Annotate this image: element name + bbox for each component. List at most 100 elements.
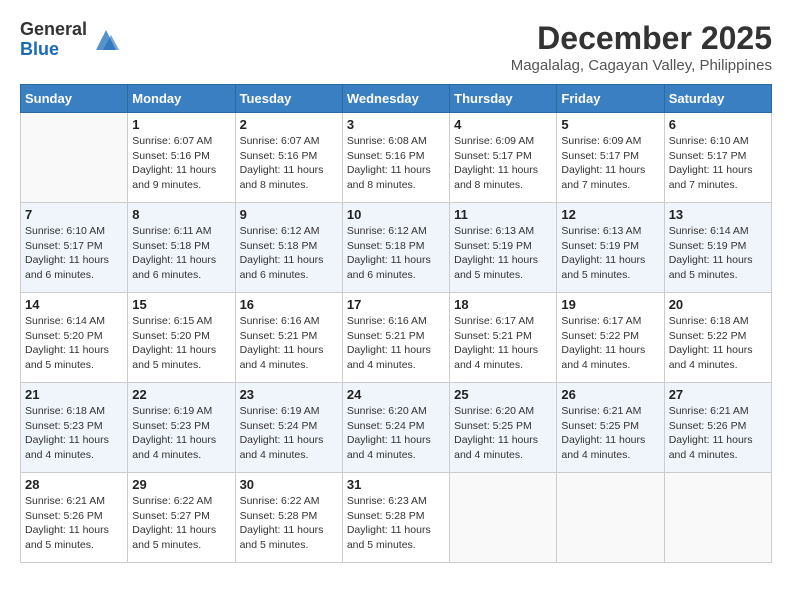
day-info: Sunrise: 6:11 AMSunset: 5:18 PMDaylight:… [132,224,230,283]
day-number: 20 [669,297,767,312]
day-info: Sunrise: 6:14 AMSunset: 5:20 PMDaylight:… [25,314,123,373]
logo: General Blue [20,20,121,60]
logo-general-text: General [20,20,87,40]
day-info: Sunrise: 6:19 AMSunset: 5:23 PMDaylight:… [132,404,230,463]
day-number: 28 [25,477,123,492]
calendar-week-row: 21 Sunrise: 6:18 AMSunset: 5:23 PMDayligh… [21,383,772,473]
calendar-cell: 17 Sunrise: 6:16 AMSunset: 5:21 PMDayligh… [342,293,449,383]
calendar-cell: 5Sunrise: 6:09 AMSunset: 5:17 PMDaylight… [557,113,664,203]
calendar-cell [450,473,557,563]
calendar-cell: 11 Sunrise: 6:13 AMSunset: 5:19 PMDayligh… [450,203,557,293]
day-info: Sunrise: 6:22 AMSunset: 5:27 PMDaylight:… [132,494,230,553]
calendar-cell: 8 Sunrise: 6:11 AMSunset: 5:18 PMDaylight… [128,203,235,293]
day-number: 31 [347,477,445,492]
day-info: Sunrise: 6:19 AMSunset: 5:24 PMDaylight:… [240,404,338,463]
day-number: 2 [240,117,338,132]
logo-blue-text: Blue [20,40,87,60]
day-number: 16 [240,297,338,312]
day-info: Sunrise: 6:14 AMSunset: 5:19 PMDaylight:… [669,224,767,283]
calendar-cell: 30Sunrise: 6:22 AMSunset: 5:28 PMDayligh… [235,473,342,563]
day-info: Sunrise: 6:18 AMSunset: 5:23 PMDaylight:… [25,404,123,463]
calendar-cell: 16 Sunrise: 6:16 AMSunset: 5:21 PMDayligh… [235,293,342,383]
day-info: Sunrise: 6:13 AMSunset: 5:19 PMDaylight:… [454,224,552,283]
calendar-cell: 24Sunrise: 6:20 AMSunset: 5:24 PMDayligh… [342,383,449,473]
calendar-cell: 15Sunrise: 6:15 AMSunset: 5:20 PMDayligh… [128,293,235,383]
day-number: 17 [347,297,445,312]
day-info: Sunrise: 6:17 AMSunset: 5:21 PMDaylight:… [454,314,552,373]
month-title: December 2025 [511,20,772,57]
page-header: General Blue December 2025 Magalalag, Ca… [20,20,772,74]
day-number: 15 [132,297,230,312]
location: Magalalag, Cagayan Valley, Philippines [511,57,772,74]
day-info: Sunrise: 6:12 AMSunset: 5:18 PMDaylight:… [240,224,338,283]
day-number: 30 [240,477,338,492]
day-number: 14 [25,297,123,312]
weekday-header-saturday: Saturday [664,85,771,113]
day-number: 4 [454,117,552,132]
calendar-cell: 20 Sunrise: 6:18 AMSunset: 5:22 PMDayligh… [664,293,771,383]
day-number: 9 [240,207,338,222]
day-number: 6 [669,117,767,132]
day-number: 7 [25,207,123,222]
day-info: Sunrise: 6:16 AMSunset: 5:21 PMDaylight:… [347,314,445,373]
calendar-cell: 13 Sunrise: 6:14 AMSunset: 5:19 PMDayligh… [664,203,771,293]
day-info: Sunrise: 6:09 AMSunset: 5:17 PMDaylight:… [454,134,552,193]
weekday-header-wednesday: Wednesday [342,85,449,113]
day-info: Sunrise: 6:21 AMSunset: 5:25 PMDaylight:… [561,404,659,463]
day-number: 26 [561,387,659,402]
day-info: Sunrise: 6:17 AMSunset: 5:22 PMDaylight:… [561,314,659,373]
day-info: Sunrise: 6:21 AMSunset: 5:26 PMDaylight:… [25,494,123,553]
day-info: Sunrise: 6:10 AMSunset: 5:17 PMDaylight:… [669,134,767,193]
day-number: 29 [132,477,230,492]
calendar-cell: 7 Sunrise: 6:10 AMSunset: 5:17 PMDaylight… [21,203,128,293]
day-info: Sunrise: 6:07 AMSunset: 5:16 PMDaylight:… [240,134,338,193]
calendar-week-row: 7 Sunrise: 6:10 AMSunset: 5:17 PMDaylight… [21,203,772,293]
calendar-cell: 3Sunrise: 6:08 AMSunset: 5:16 PMDaylight… [342,113,449,203]
day-number: 25 [454,387,552,402]
day-info: Sunrise: 6:13 AMSunset: 5:19 PMDaylight:… [561,224,659,283]
calendar-cell: 18 Sunrise: 6:17 AMSunset: 5:21 PMDayligh… [450,293,557,383]
day-number: 13 [669,207,767,222]
calendar-cell: 14 Sunrise: 6:14 AMSunset: 5:20 PMDayligh… [21,293,128,383]
calendar-cell: 27 Sunrise: 6:21 AMSunset: 5:26 PMDayligh… [664,383,771,473]
day-info: Sunrise: 6:20 AMSunset: 5:25 PMDaylight:… [454,404,552,463]
weekday-header-row: SundayMondayTuesdayWednesdayThursdayFrid… [21,85,772,113]
day-number: 11 [454,207,552,222]
calendar-cell: 12 Sunrise: 6:13 AMSunset: 5:19 PMDayligh… [557,203,664,293]
day-info: Sunrise: 6:16 AMSunset: 5:21 PMDaylight:… [240,314,338,373]
weekday-header-friday: Friday [557,85,664,113]
day-info: Sunrise: 6:12 AMSunset: 5:18 PMDaylight:… [347,224,445,283]
day-number: 1 [132,117,230,132]
calendar-cell: 9 Sunrise: 6:12 AMSunset: 5:18 PMDaylight… [235,203,342,293]
day-info: Sunrise: 6:07 AMSunset: 5:16 PMDaylight:… [132,134,230,193]
weekday-header-sunday: Sunday [21,85,128,113]
calendar-table: SundayMondayTuesdayWednesdayThursdayFrid… [20,84,772,563]
calendar-cell: 1 Sunrise: 6:07 AMSunset: 5:16 PMDaylight… [128,113,235,203]
calendar-week-row: 14 Sunrise: 6:14 AMSunset: 5:20 PMDayligh… [21,293,772,383]
day-info: Sunrise: 6:10 AMSunset: 5:17 PMDaylight:… [25,224,123,283]
day-number: 27 [669,387,767,402]
day-number: 8 [132,207,230,222]
calendar-cell [557,473,664,563]
day-number: 24 [347,387,445,402]
logo-icon [91,25,121,55]
day-number: 23 [240,387,338,402]
day-number: 21 [25,387,123,402]
day-number: 10 [347,207,445,222]
day-number: 12 [561,207,659,222]
weekday-header-monday: Monday [128,85,235,113]
day-info: Sunrise: 6:21 AMSunset: 5:26 PMDaylight:… [669,404,767,463]
day-number: 18 [454,297,552,312]
calendar-week-row: 28 Sunrise: 6:21 AMSunset: 5:26 PMDayligh… [21,473,772,563]
calendar-cell: 25 Sunrise: 6:20 AMSunset: 5:25 PMDayligh… [450,383,557,473]
weekday-header-tuesday: Tuesday [235,85,342,113]
calendar-cell: 29 Sunrise: 6:22 AMSunset: 5:27 PMDayligh… [128,473,235,563]
day-info: Sunrise: 6:18 AMSunset: 5:22 PMDaylight:… [669,314,767,373]
day-number: 22 [132,387,230,402]
day-info: Sunrise: 6:09 AMSunset: 5:17 PMDaylight:… [561,134,659,193]
calendar-cell: 2 Sunrise: 6:07 AMSunset: 5:16 PMDaylight… [235,113,342,203]
calendar-cell: 21 Sunrise: 6:18 AMSunset: 5:23 PMDayligh… [21,383,128,473]
calendar-cell: 19 Sunrise: 6:17 AMSunset: 5:22 PMDayligh… [557,293,664,383]
day-number: 19 [561,297,659,312]
calendar-cell: 23 Sunrise: 6:19 AMSunset: 5:24 PMDayligh… [235,383,342,473]
